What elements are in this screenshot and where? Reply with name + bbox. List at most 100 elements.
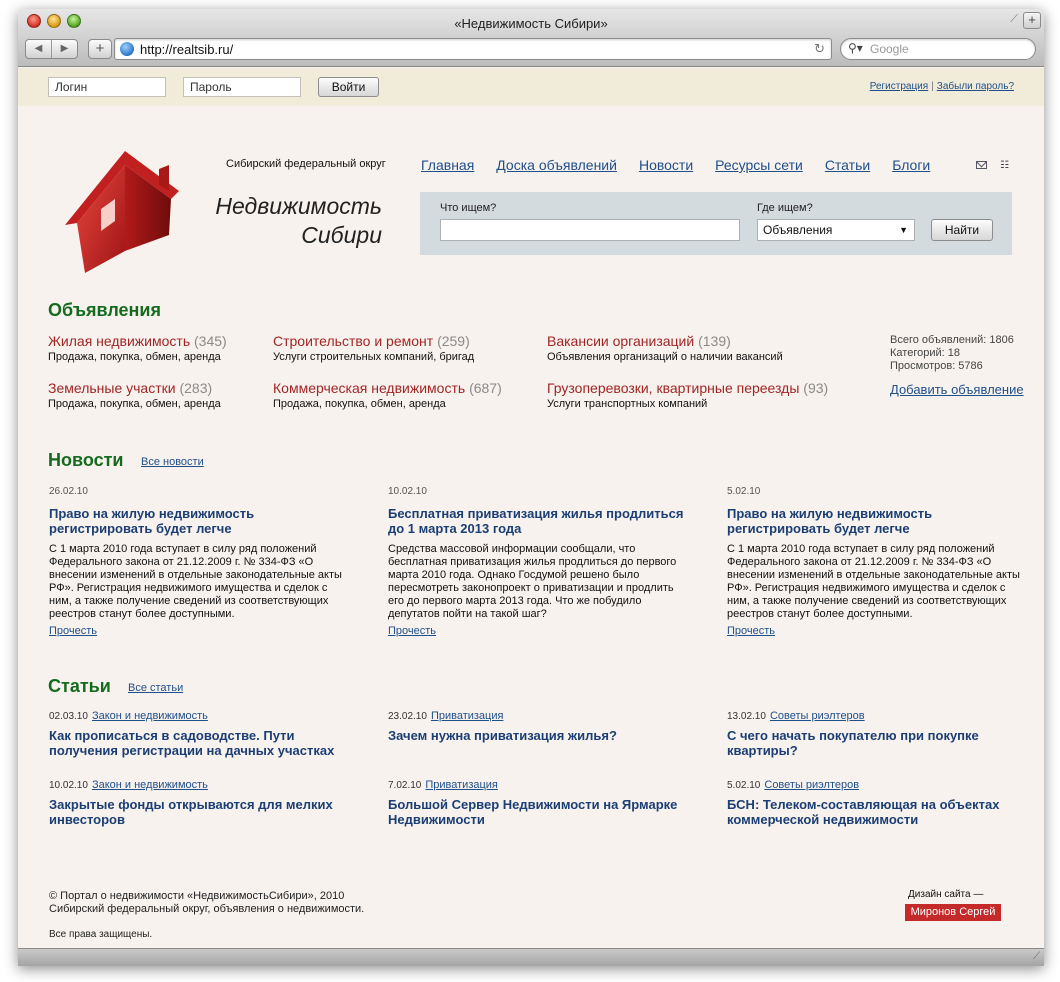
news-body: С 1 марта 2010 года вступает в силу ряд … <box>49 543 342 620</box>
forward-button[interactable]: ▶ <box>52 40 77 58</box>
news-title-link[interactable]: Право на жилую недвижимость регистрирова… <box>49 506 349 536</box>
article-item: 13.02.10 Советы риэлтеров С чего начать п… <box>727 710 1027 758</box>
ad-category-link[interactable]: Строительство и ремонт <box>273 333 433 349</box>
back-forward-buttons: ◀ ▶ <box>25 39 78 59</box>
house-logo-icon[interactable] <box>63 151 183 276</box>
search-scope-select[interactable]: Объявления ▼ <box>757 219 915 241</box>
region-label: Сибирский федеральный округ <box>226 158 386 170</box>
copyright-line-2: Сибирский федеральный округ, объявления … <box>49 903 365 915</box>
reload-icon[interactable]: ↻ <box>814 41 825 57</box>
article-title-link[interactable]: Закрытые фонды открываются для мелких ин… <box>49 797 349 827</box>
ad-category-desc: Услуги строительных компаний, бригад <box>273 351 475 363</box>
new-tab-button[interactable]: + <box>1023 12 1041 29</box>
all-articles-link[interactable]: Все статьи <box>128 682 183 694</box>
globe-icon <box>120 42 134 56</box>
news-date: 26.02.10 <box>49 486 88 497</box>
stats-categories: Категорий: 18 <box>890 347 960 359</box>
article-item: 02.03.10 Закон и недвижимость Как прописа… <box>49 710 349 758</box>
designer-badge-link[interactable]: Миронов Сергей <box>905 904 1001 921</box>
password-field[interactable]: Пароль <box>183 77 301 97</box>
article-category-link[interactable]: Советы риэлтеров <box>770 710 865 722</box>
news-title-link[interactable]: Бесплатная приватизация жилья продлиться… <box>388 506 688 536</box>
nav-articles[interactable]: Статьи <box>825 157 870 173</box>
article-category-link[interactable]: Советы риэлтеров <box>764 779 859 791</box>
account-links-separator: | <box>931 81 934 92</box>
search-icon: ⚲▾ <box>848 41 863 55</box>
ad-category-link[interactable]: Грузоперевозки, квартирные переезды <box>547 380 799 396</box>
article-category-link[interactable]: Приватизация <box>431 710 504 722</box>
article-title-link[interactable]: Зачем нужна приватизация жилья? <box>388 728 688 743</box>
footer-rights: Все права защищены. <box>49 929 153 940</box>
ad-category-link[interactable]: Земельные участки <box>48 380 176 396</box>
forgot-password-link[interactable]: Забыли пароль? <box>937 81 1014 92</box>
nav-resources[interactable]: Ресурсы сети <box>715 157 803 173</box>
article-title-link[interactable]: С чего начать покупателю при покупке ква… <box>727 728 1027 758</box>
article-item: 23.02.10 Приватизация Зачем нужна привати… <box>388 710 688 743</box>
article-item: 5.02.10 Советы риэлтеров БСН: Телеком-сос… <box>727 779 1027 827</box>
search-query-input[interactable] <box>440 219 740 241</box>
article-date: 7.02.10 <box>388 780 422 791</box>
footer-copyright: © Портал о недвижимости «НедвижимостьСиб… <box>49 890 364 916</box>
nav-home[interactable]: Главная <box>421 157 474 173</box>
status-bar: ⟋ <box>18 948 1044 966</box>
resize-handle-icon[interactable]: ⟋ <box>1033 951 1040 962</box>
design-credit-label: Дизайн сайта — <box>908 889 984 900</box>
search-submit-button[interactable]: Найти <box>931 219 993 241</box>
stats-total: Всего объявлений: 1806 <box>890 334 1014 346</box>
site-search-panel: Что ищем? Где ищем? Объявления ▼ Найти <box>420 192 1012 255</box>
ad-category-count: (345) <box>194 333 227 349</box>
login-button[interactable]: Войти <box>318 77 379 97</box>
login-field[interactable]: Логин <box>48 77 166 97</box>
ads-stats: Всего объявлений: 1806 Категорий: 18 Про… <box>890 334 1014 373</box>
ad-category-count: (259) <box>437 333 470 349</box>
ad-category-link[interactable]: Жилая недвижимость <box>48 333 190 349</box>
mail-icon[interactable] <box>976 161 987 169</box>
window-title: «Недвижимость Сибири» <box>454 16 608 31</box>
article-date: 10.02.10 <box>49 780 88 791</box>
article-date: 02.03.10 <box>49 711 88 722</box>
article-item: 10.02.10 Закон и недвижимость Закрытые фо… <box>49 779 349 827</box>
all-news-link[interactable]: Все новости <box>141 456 204 468</box>
news-item: 26.02.10 Право на жилую недвижимость рег… <box>49 486 349 639</box>
ad-category: Земельные участки (283) Продажа, покупка… <box>48 380 221 410</box>
article-title-link[interactable]: БСН: Телеком-составляющая на объектах ко… <box>727 797 1027 827</box>
news-item: 5.02.10 Право на жилую недвижимость реги… <box>727 486 1027 639</box>
add-ad-link[interactable]: Добавить объявление <box>890 382 1024 397</box>
ad-category-desc: Продажа, покупка, обмен, аренда <box>273 398 446 410</box>
news-read-link[interactable]: Прочесть <box>388 625 436 637</box>
back-button[interactable]: ◀ <box>26 40 52 58</box>
register-link[interactable]: Регистрация <box>870 81 928 92</box>
site-brand[interactable]: Недвижимость Сибири <box>168 192 382 250</box>
ad-category-desc: Продажа, покупка, обмен, аренда <box>48 351 221 363</box>
main-navigation: Главная Доска объявлений Новости Ресурсы… <box>421 157 930 173</box>
sitemap-icon[interactable]: ☷ <box>1000 160 1009 171</box>
news-read-link[interactable]: Прочесть <box>49 625 97 637</box>
browser-window: «Недвижимость Сибири» ⟋ + ◀ ▶ + http://r… <box>18 9 1044 966</box>
article-category-link[interactable]: Закон и недвижимость <box>92 710 208 722</box>
nav-board[interactable]: Доска объявлений <box>496 157 617 173</box>
nav-blogs[interactable]: Блоги <box>892 157 930 173</box>
page-content: Логин Пароль Войти Регистрация | Забыли па… <box>18 68 1044 948</box>
address-bar[interactable]: http://realtsib.ru/ ↻ <box>114 38 832 60</box>
articles-section-title: Статьи <box>48 676 111 696</box>
account-links: Регистрация | Забыли пароль? <box>870 81 1014 92</box>
article-category-link[interactable]: Закон и недвижимость <box>92 779 208 791</box>
ad-category: Строительство и ремонт (259) Услуги стро… <box>273 333 474 363</box>
news-title-link[interactable]: Право на жилую недвижимость регистрирова… <box>727 506 1027 536</box>
brand-line-2: Сибири <box>301 222 382 248</box>
nav-news[interactable]: Новости <box>639 157 693 173</box>
article-date: 5.02.10 <box>727 780 761 791</box>
browser-search-placeholder: Google <box>870 42 909 56</box>
ad-category-link[interactable]: Вакансии организаций <box>547 333 694 349</box>
article-title-link[interactable]: Как прописаться в садоводстве. Пути полу… <box>49 728 349 758</box>
article-title-link[interactable]: Большой Сервер Недвижимости на Ярмарке Н… <box>388 797 688 827</box>
news-read-link[interactable]: Прочесть <box>727 625 775 637</box>
ad-category-link[interactable]: Коммерческая недвижимость <box>273 380 465 396</box>
where-label: Где ищем? <box>757 202 813 214</box>
add-bookmark-button[interactable]: + <box>88 39 112 59</box>
article-date: 23.02.10 <box>388 711 427 722</box>
article-category-link[interactable]: Приватизация <box>425 779 498 791</box>
ad-category-desc: Услуги транспортных компаний <box>547 398 708 410</box>
browser-search-field[interactable]: ⚲▾ Google <box>840 38 1036 60</box>
ad-category-desc: Объявления организаций о наличии ваканси… <box>547 351 783 363</box>
